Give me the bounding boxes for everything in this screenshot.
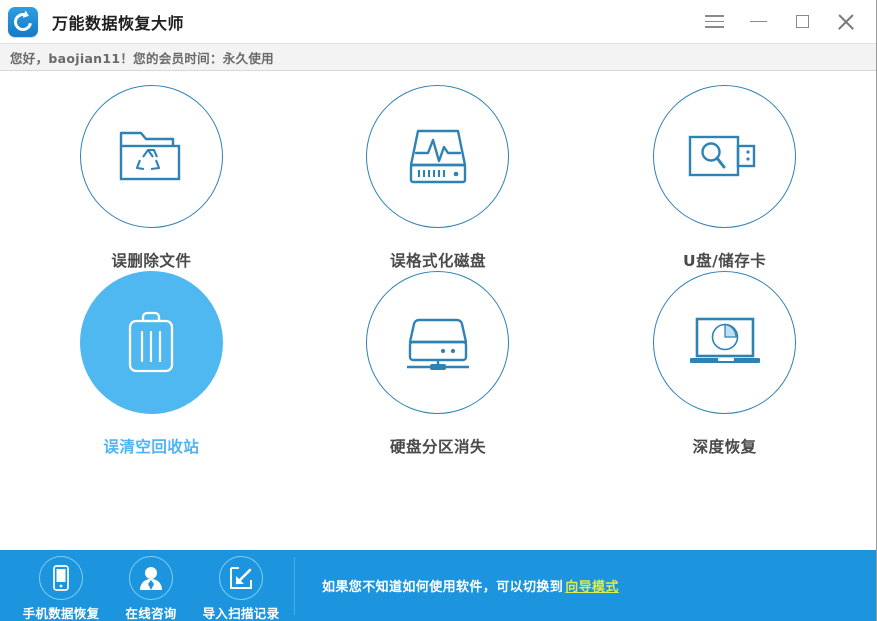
maximize-icon: [795, 15, 809, 28]
bottom-toolbar: 手机数据恢复 在线咨询 导入扫描记录 如果您不知道如何使用软件，可以切换到 向导…: [0, 550, 876, 621]
disk-network-icon: [406, 318, 469, 370]
mobile-phone-icon: [53, 565, 69, 591]
window-controls: [692, 0, 868, 43]
user-avatar-icon: [140, 567, 162, 590]
toolbar-divider: [294, 556, 295, 615]
action-circle: [39, 556, 83, 600]
usb-search-icon: [688, 135, 755, 176]
close-button[interactable]: [824, 0, 868, 43]
mode-label: 误格式化磁盘: [389, 252, 486, 270]
minimize-icon: [749, 20, 767, 23]
action-circle: [219, 556, 263, 600]
bottom-action-online-support[interactable]: 在线咨询: [106, 550, 196, 621]
bottom-action-mobile-recovery[interactable]: 手机数据恢复: [16, 550, 106, 621]
main-content: 误删除文件 误格式化磁盘 U盘/储存卡 误清空回收站 硬盘分区消失 深度恢复: [0, 71, 876, 550]
recovery-mode-emptied-recycle-bin[interactable]: 误清空回收站: [8, 271, 295, 457]
hamburger-icon: [704, 15, 724, 28]
import-arrow-icon: [230, 567, 252, 589]
greeting-bar: 您好，baojian11！您的会员时间：永久使用: [0, 43, 876, 71]
recovery-mode-deep-scan[interactable]: 深度恢复: [581, 271, 868, 457]
action-circle: [129, 556, 173, 600]
recovery-mode-deleted-files[interactable]: 误删除文件: [8, 85, 295, 271]
titlebar: 万能数据恢复大师: [0, 0, 876, 43]
disk-pulse-icon: [409, 129, 467, 183]
mode-circle: [79, 85, 223, 228]
mode-circle: [653, 85, 797, 228]
minimize-button[interactable]: [736, 0, 780, 43]
mode-label: 误删除文件: [111, 252, 192, 270]
app-logo-icon: [8, 6, 38, 37]
bottom-actions: 手机数据恢复 在线咨询 导入扫描记录: [0, 550, 286, 621]
maximize-button[interactable]: [780, 0, 824, 43]
mode-label: U盘/储存卡: [683, 252, 767, 270]
action-label: 导入扫描记录: [202, 606, 280, 621]
laptop-scan-icon: [689, 317, 760, 363]
wizard-mode-link[interactable]: 向导模式: [565, 576, 619, 595]
close-icon: [837, 13, 855, 31]
wizard-hint: 如果您不知道如何使用软件，可以切换到 向导模式: [322, 576, 619, 595]
folder-recycle-icon: [120, 131, 181, 180]
recovery-mode-formatted-disk[interactable]: 误格式化磁盘: [295, 85, 582, 271]
greeting-text: 您好，baojian11！您的会员时间：永久使用: [10, 50, 274, 66]
mode-circle: [366, 85, 510, 228]
app-title: 万能数据恢复大师: [52, 13, 185, 33]
trash-can-icon: [129, 311, 174, 372]
menu-button[interactable]: [692, 0, 736, 43]
app-window: 万能数据恢复大师 您好，baojian11！您的会员时间：永久使用 误删除文件 …: [0, 0, 877, 621]
mode-circle: [366, 271, 510, 414]
recovery-mode-grid: 误删除文件 误格式化磁盘 U盘/储存卡 误清空回收站 硬盘分区消失 深度恢复: [8, 71, 868, 457]
recovery-mode-lost-partition[interactable]: 硬盘分区消失: [295, 271, 582, 457]
bottom-action-import-scan[interactable]: 导入扫描记录: [196, 550, 286, 621]
mode-label: 硬盘分区消失: [389, 438, 486, 456]
mode-label: 深度恢复: [692, 438, 757, 456]
action-label: 手机数据恢复: [22, 606, 100, 621]
wizard-hint-text: 如果您不知道如何使用软件，可以切换到: [322, 580, 564, 595]
mode-circle: [653, 271, 797, 414]
recovery-mode-usb-card[interactable]: U盘/储存卡: [581, 85, 868, 271]
action-label: 在线咨询: [125, 606, 177, 621]
mode-label: 误清空回收站: [103, 438, 200, 456]
mode-circle: [79, 271, 223, 414]
